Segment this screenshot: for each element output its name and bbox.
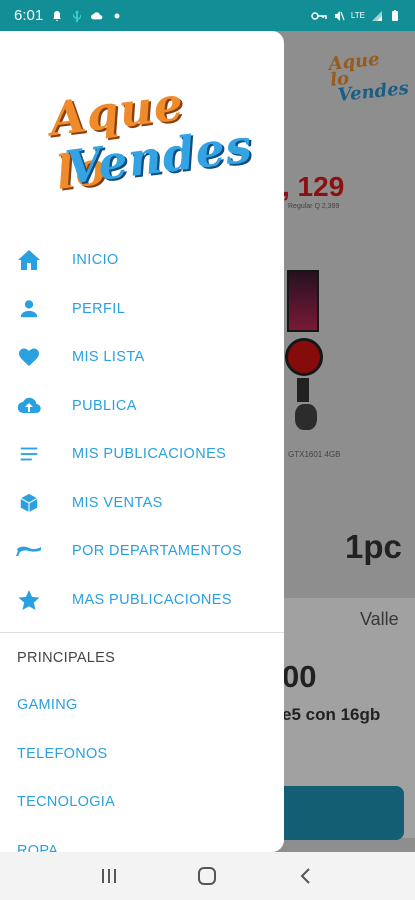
drawer-divider bbox=[0, 632, 284, 633]
back-button[interactable] bbox=[286, 856, 326, 896]
category-tecnologia[interactable]: TECNOLOGIA bbox=[0, 778, 284, 827]
status-time: 6:01 bbox=[14, 7, 44, 24]
app-logo: Aque lo Vendes bbox=[46, 76, 256, 200]
category-telefonos[interactable]: TELEFONOS bbox=[0, 730, 284, 779]
signal-icon bbox=[372, 10, 382, 21]
drawer-menu: INICIO PERFIL MIS LISTA PUBLICA MIS PUBL… bbox=[0, 236, 284, 624]
menu-item-label: MIS VENTAS bbox=[72, 494, 163, 511]
navigation-drawer: Aque lo Vendes INICIO PERFIL MIS LISTA P… bbox=[0, 31, 284, 852]
mute-icon bbox=[334, 10, 345, 21]
menu-item-mis-lista[interactable]: MIS LISTA bbox=[0, 333, 284, 382]
cloud-icon bbox=[91, 11, 103, 19]
category-list: GAMING TELEFONOS TECNOLOGIA ROPA bbox=[0, 681, 284, 852]
status-bar: 6:01 LTE bbox=[0, 0, 415, 31]
menu-item-publica[interactable]: PUBLICA bbox=[0, 382, 284, 431]
back-icon bbox=[300, 868, 310, 884]
menu-item-label: INICIO bbox=[72, 252, 119, 269]
recent-apps-button[interactable] bbox=[89, 856, 129, 896]
star-icon bbox=[16, 587, 42, 613]
menu-item-label: PUBLICA bbox=[72, 397, 137, 414]
menu-item-label: MAS PUBLICACIONES bbox=[72, 591, 232, 608]
lte-label: LTE bbox=[350, 11, 365, 20]
heart-icon bbox=[16, 344, 42, 370]
notification-icon bbox=[53, 10, 62, 21]
recent-apps-icon bbox=[102, 869, 117, 883]
menu-item-label: MIS PUBLICACIONES bbox=[72, 446, 227, 463]
home-circle-icon bbox=[198, 867, 217, 885]
menu-item-por-departamentos[interactable]: POR DEPARTAMENTOS bbox=[0, 527, 284, 576]
category-ropa[interactable]: ROPA bbox=[0, 827, 284, 852]
battery-icon bbox=[392, 9, 398, 21]
system-nav-bar bbox=[0, 852, 415, 900]
menu-item-perfil[interactable]: PERFIL bbox=[0, 285, 284, 334]
home-icon bbox=[16, 247, 42, 273]
menu-item-label: MIS LISTA bbox=[72, 349, 145, 366]
category-gaming[interactable]: GAMING bbox=[0, 681, 284, 730]
dot-icon bbox=[114, 13, 120, 18]
flag-icon bbox=[16, 538, 42, 564]
menu-item-mas-publicaciones[interactable]: MAS PUBLICACIONES bbox=[0, 576, 284, 625]
menu-item-mis-publicaciones[interactable]: MIS PUBLICACIONES bbox=[0, 430, 284, 479]
person-icon bbox=[16, 296, 42, 322]
menu-item-label: PERFIL bbox=[72, 300, 126, 317]
section-title: PRINCIPALES bbox=[17, 650, 116, 666]
menu-item-inicio[interactable]: INICIO bbox=[0, 236, 284, 285]
vpn-key-icon bbox=[311, 11, 327, 20]
list-icon bbox=[16, 441, 42, 467]
menu-item-label: POR DEPARTAMENTOS bbox=[72, 543, 243, 560]
usb-icon bbox=[73, 9, 82, 22]
home-nav-button[interactable] bbox=[187, 856, 227, 896]
menu-item-mis-ventas[interactable]: MIS VENTAS bbox=[0, 479, 284, 528]
cloud-upload-icon bbox=[16, 393, 42, 419]
box-icon bbox=[16, 490, 42, 516]
